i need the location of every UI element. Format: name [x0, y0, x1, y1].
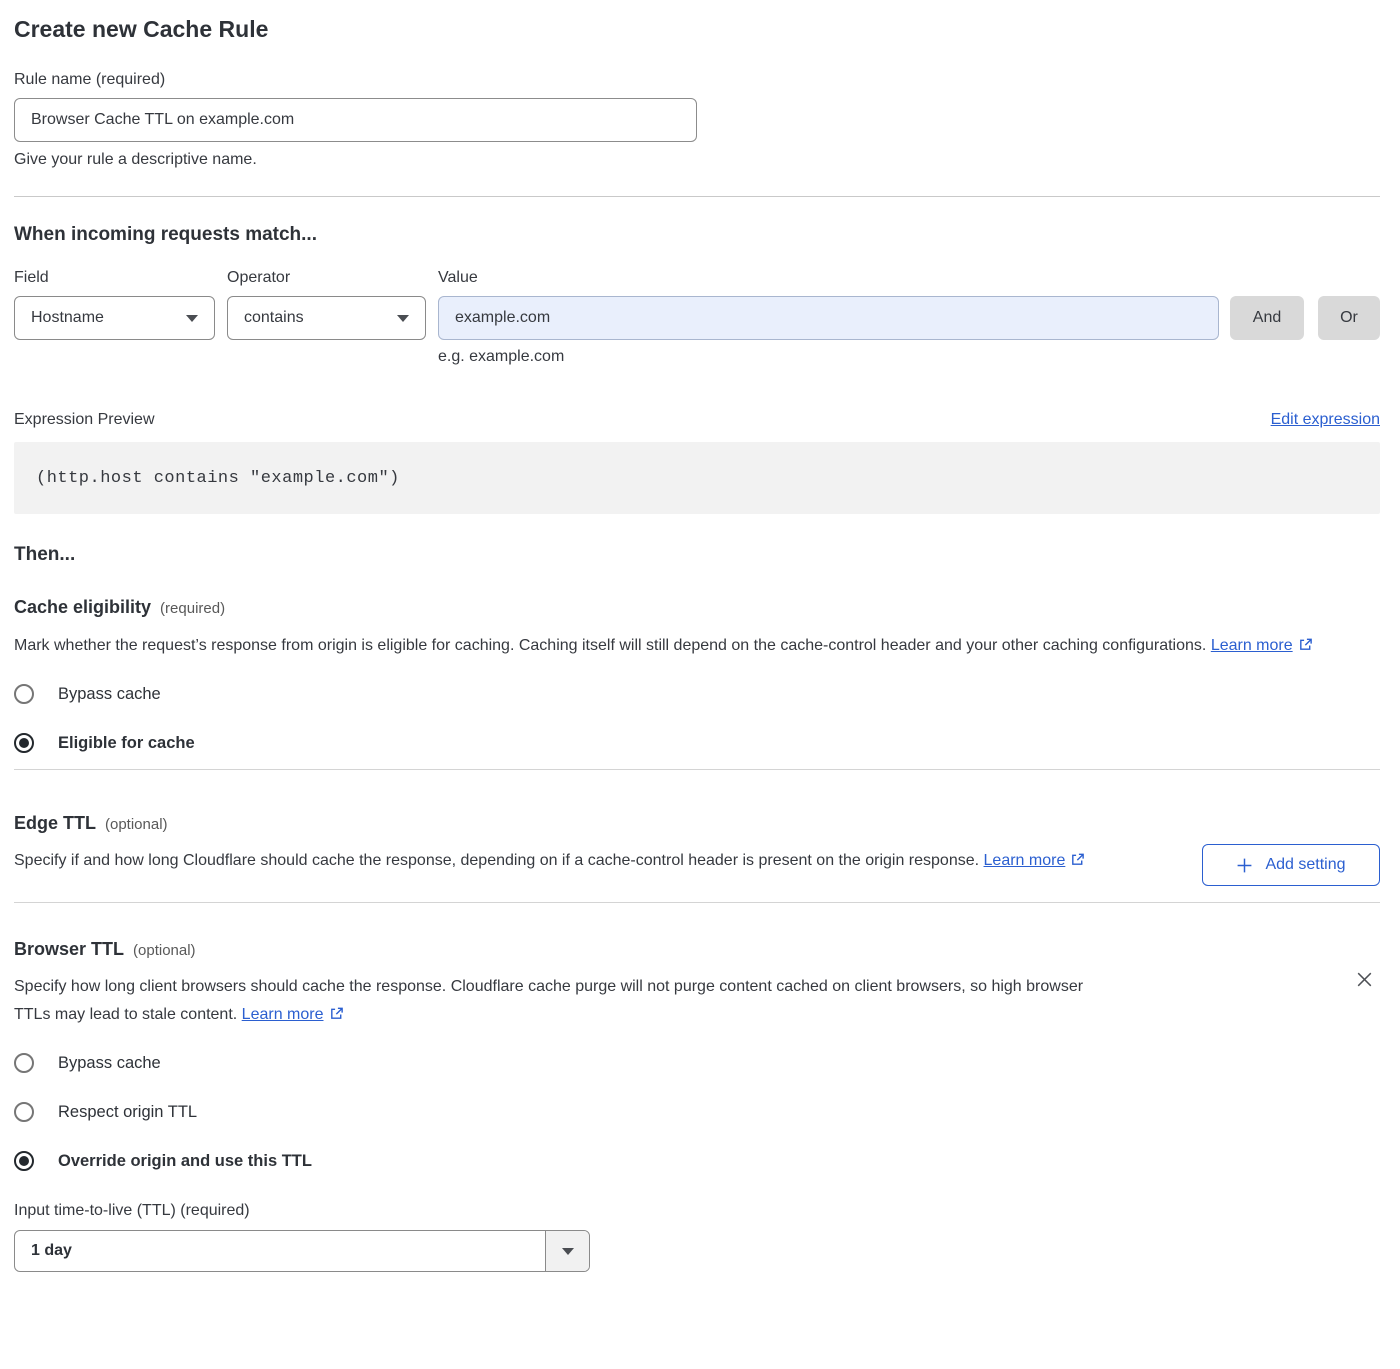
learn-more-link[interactable]: Learn more [242, 1006, 344, 1023]
radio-option-eligible-for-cache[interactable]: Eligible for cache [14, 731, 1380, 755]
page-title: Create new Cache Rule [14, 15, 1380, 43]
value-input[interactable] [438, 296, 1219, 340]
value-hint: e.g. example.com [438, 348, 1219, 366]
rule-name-label: Rule name (required) [14, 70, 1380, 90]
edge-ttl-description-text: Specify if and how long Cloudflare shoul… [14, 852, 979, 869]
section-divider [14, 196, 1380, 197]
rule-name-input[interactable] [14, 98, 697, 142]
plus-icon [1236, 857, 1253, 874]
close-icon[interactable] [1350, 965, 1378, 993]
browser-ttl-radio-group: Bypass cache Respect origin TTL Override… [14, 1051, 1380, 1173]
match-section-heading: When incoming requests match... [14, 222, 1380, 248]
expression-preview-label: Expression Preview [14, 410, 155, 430]
learn-more-label: Learn more [984, 852, 1066, 869]
radio-label: Respect origin TTL [58, 1100, 197, 1124]
learn-more-label: Learn more [242, 1006, 324, 1023]
then-heading: Then... [14, 542, 1380, 568]
external-link-icon [329, 1006, 344, 1021]
radio-icon[interactable] [14, 1102, 34, 1122]
cache-eligibility-description-text: Mark whether the request’s response from… [14, 637, 1206, 654]
field-select[interactable]: Hostname [14, 296, 215, 340]
operator-select-value: contains [244, 309, 304, 327]
cache-eligibility-section: Cache eligibility (required) Mark whethe… [14, 595, 1380, 755]
edge-ttl-section: Edge TTL (optional) Add setting Specify … [14, 811, 1380, 875]
expression-preview-row: Expression Preview Edit expression [14, 410, 1380, 430]
field-select-value: Hostname [31, 309, 104, 327]
radio-label: Eligible for cache [58, 731, 195, 755]
cache-eligibility-title: Cache eligibility [14, 595, 151, 619]
edge-ttl-qualifier: (optional) [105, 816, 168, 833]
radio-option-override-origin-ttl[interactable]: Override origin and use this TTL [14, 1149, 1380, 1173]
expression-builder-row: Field Hostname Operator contains Value e… [14, 268, 1380, 366]
learn-more-link[interactable]: Learn more [1211, 637, 1313, 654]
ttl-input-label: Input time-to-live (TTL) (required) [14, 1201, 1380, 1221]
ttl-select[interactable]: 1 day [14, 1230, 590, 1272]
radio-label: Override origin and use this TTL [58, 1149, 312, 1173]
browser-ttl-qualifier: (optional) [133, 942, 196, 959]
edit-expression-link[interactable]: Edit expression [1271, 411, 1380, 429]
radio-icon[interactable] [14, 1151, 34, 1171]
external-link-icon [1070, 852, 1085, 867]
radio-label: Bypass cache [58, 1051, 161, 1075]
learn-more-link[interactable]: Learn more [984, 852, 1086, 869]
browser-ttl-description: Specify how long client browsers should … [14, 973, 1114, 1029]
radio-option-bypass-cache[interactable]: Bypass cache [14, 682, 1380, 706]
browser-ttl-title: Browser TTL [14, 937, 124, 961]
or-button[interactable]: Or [1318, 296, 1380, 340]
edge-ttl-description: Specify if and how long Cloudflare shoul… [14, 847, 1114, 875]
radio-label: Bypass cache [58, 682, 161, 706]
browser-ttl-description-text: Specify how long client browsers should … [14, 978, 1083, 1023]
add-setting-label: Add setting [1265, 856, 1345, 874]
section-divider [14, 902, 1380, 903]
browser-ttl-section: Browser TTL (optional) Specify how long … [14, 937, 1380, 1272]
radio-option-bypass-cache[interactable]: Bypass cache [14, 1051, 1380, 1075]
operator-select[interactable]: contains [227, 296, 426, 340]
radio-icon[interactable] [14, 1053, 34, 1073]
edge-ttl-title: Edge TTL [14, 811, 96, 835]
expression-code: (http.host contains "example.com") [36, 469, 400, 488]
radio-icon[interactable] [14, 684, 34, 704]
learn-more-label: Learn more [1211, 637, 1293, 654]
external-link-icon [1298, 637, 1313, 652]
expression-code-block: (http.host contains "example.com") [14, 442, 1380, 514]
field-label: Field [14, 268, 215, 288]
section-divider [14, 769, 1380, 770]
add-setting-button[interactable]: Add setting [1202, 844, 1380, 886]
rule-name-help-text: Give your rule a descriptive name. [14, 150, 1380, 170]
radio-icon[interactable] [14, 733, 34, 753]
chevron-down-icon [397, 315, 409, 322]
chevron-down-icon [186, 315, 198, 322]
ttl-select-value: 1 day [15, 1231, 545, 1271]
radio-option-respect-origin-ttl[interactable]: Respect origin TTL [14, 1100, 1380, 1124]
cache-eligibility-qualifier: (required) [160, 600, 225, 617]
operator-label: Operator [227, 268, 426, 288]
cache-eligibility-description: Mark whether the request’s response from… [14, 632, 1380, 660]
chevron-down-icon [545, 1231, 589, 1271]
and-button[interactable]: And [1230, 296, 1304, 340]
value-label: Value [438, 268, 1219, 288]
cache-eligibility-radio-group: Bypass cache Eligible for cache [14, 682, 1380, 755]
